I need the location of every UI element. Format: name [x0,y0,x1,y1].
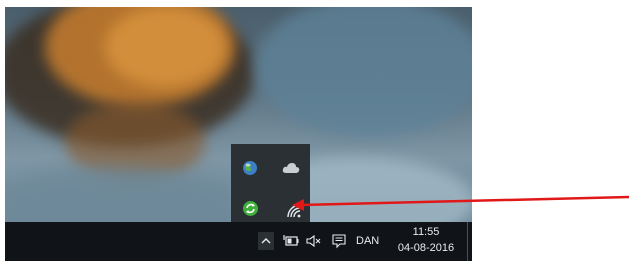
annotation-arrow-line [299,195,630,207]
annotation-arrow-head [292,199,304,211]
annotation-arrow [292,195,630,211]
